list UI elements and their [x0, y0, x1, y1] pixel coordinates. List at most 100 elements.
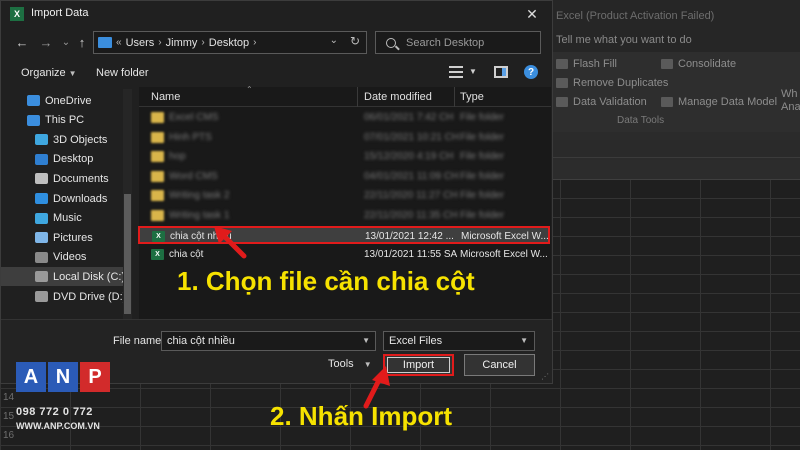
nav-scroll-thumb[interactable] — [124, 194, 131, 314]
breadcrumb-desktop[interactable]: Desktop — [209, 37, 249, 49]
chevron-down-icon[interactable]: ▼ — [362, 336, 370, 345]
folder-row[interactable]: Writing task 2 22/11/2020 11:27 CH File fo… — [139, 187, 551, 205]
preview-pane-icon[interactable] — [494, 66, 508, 78]
chevron-right-icon: › — [253, 37, 257, 48]
nav-item[interactable]: Downloads — [1, 189, 124, 208]
caret-down-icon: ▼ — [68, 69, 77, 78]
new-folder-button[interactable]: New folder — [96, 67, 149, 79]
column-header-name[interactable]: Name — [151, 91, 180, 103]
nav-item-label: 3D Objects — [53, 133, 108, 146]
nav-item[interactable]: Documents — [1, 169, 124, 188]
address-dropdown-icon[interactable]: ⌄ — [330, 35, 338, 46]
navigation-pane: OneDrive This PC 3D Objects Desktop Document… — [1, 87, 134, 319]
step2-annotation: 2. Nhấn Import — [270, 401, 453, 431]
resize-grip-icon[interactable]: ⋰ — [541, 372, 549, 381]
flash-fill-icon — [556, 59, 568, 69]
cancel-button[interactable]: Cancel — [464, 354, 535, 376]
file-type-value: Excel Files — [389, 335, 443, 347]
file-name-label: File name: — [113, 335, 165, 347]
file-type-cell: File folder — [460, 190, 504, 201]
folder-icon — [98, 37, 112, 48]
nav-item[interactable]: Local Disk (C:) — [1, 267, 124, 287]
formula-bar[interactable] — [552, 140, 800, 158]
dialog-titlebar[interactable]: X Import Data ✕ — [1, 1, 552, 27]
analysis-partial[interactable]: Ana — [781, 101, 800, 113]
date-modified-cell: 22/11/2020 11:35 CH — [364, 209, 458, 221]
address-bar[interactable]: « Users › Jimmy › Desktop › ⌄ ↻ — [93, 31, 367, 54]
file-name-input[interactable]: chia cột nhiều ▼ — [161, 331, 376, 351]
column-divider[interactable] — [357, 87, 358, 107]
back-button[interactable]: ← — [13, 33, 31, 51]
file-row[interactable]: Xchia cột 13/01/2021 11:55 SA Microsoft Ex… — [139, 246, 551, 264]
folder-row[interactable]: Word CMS 04/01/2021 11:09 CH File folder — [139, 168, 551, 186]
up-arrow-icon: ↑ — [78, 34, 86, 50]
arrow-to-file-annotation — [214, 226, 247, 259]
manage-data-model-button[interactable]: Manage Data Model — [661, 96, 777, 108]
nav-item-label: Pictures — [53, 231, 93, 244]
nav-item[interactable]: DVD Drive (D:) O — [1, 287, 124, 306]
organize-button[interactable]: Organize ▼ — [21, 67, 77, 79]
data-validation-button[interactable]: Data Validation — [556, 96, 647, 108]
folder-icon — [151, 209, 164, 221]
row-number: 16 — [3, 430, 15, 441]
view-list-icon[interactable] — [449, 66, 463, 78]
forward-button[interactable]: → — [37, 33, 55, 51]
import-data-dialog: X Import Data ✕ ← → ⌄ ↑ « Users › Jimmy … — [0, 0, 553, 384]
file-type-cell: File folder — [460, 151, 504, 162]
desktop-icon — [35, 153, 48, 165]
nav-item[interactable]: Pictures — [1, 228, 124, 247]
nav-item[interactable]: This PC — [1, 111, 124, 130]
chevron-left-icon: « — [116, 37, 122, 48]
file-row[interactable]: Xchia cột nhiều 13/01/2021 12:42 ... Micro… — [138, 226, 550, 244]
nav-item-label: DVD Drive (D:) O — [53, 290, 124, 303]
tell-me-search[interactable]: Tell me what you want to do — [556, 34, 692, 46]
file-type-cell: File folder — [460, 170, 504, 182]
nav-item[interactable]: Videos — [1, 248, 124, 267]
folder-icon — [151, 131, 164, 143]
file-type-select[interactable]: Excel Files ▼ — [383, 331, 535, 351]
file-name-value: chia cột nhiều — [167, 335, 235, 347]
nav-scrollbar[interactable] — [123, 89, 132, 319]
excel-file-icon: X — [152, 231, 165, 242]
search-input[interactable] — [406, 36, 536, 49]
sort-caret-icon: ⌃ — [246, 85, 253, 94]
flash-fill-button[interactable]: Flash Fill — [556, 58, 617, 70]
folder-row[interactable]: Hinh PTS 07/01/2021 10:21 CH File folder — [139, 129, 551, 147]
nav-item[interactable]: OneDrive — [1, 91, 124, 110]
folder-icon — [151, 151, 164, 162]
file-type-cell: File folder — [460, 131, 504, 143]
import-button[interactable]: Import — [383, 354, 454, 376]
help-icon[interactable]: ? — [524, 65, 538, 79]
nav-item[interactable]: Desktop — [1, 150, 124, 169]
refresh-icon[interactable]: ↻ — [350, 34, 360, 48]
chevron-right-icon: › — [158, 37, 162, 48]
folder-row[interactable]: Excel CMS 06/01/2021 7:42 CH File folder — [139, 109, 551, 127]
column-header-date[interactable]: Date modified — [364, 91, 432, 103]
nav-item[interactable]: 3D Objects — [1, 130, 124, 149]
folder-icon — [151, 170, 164, 182]
column-header-type[interactable]: Type — [460, 91, 484, 103]
folder-icon — [151, 112, 164, 123]
download-icon — [35, 193, 48, 204]
data-tools-label: Data Tools — [617, 115, 665, 126]
close-button[interactable]: ✕ — [512, 1, 552, 27]
breadcrumb-jimmy[interactable]: Jimmy — [166, 37, 198, 49]
remove-duplicates-button[interactable]: Remove Duplicates — [556, 77, 668, 89]
date-modified-cell: 13/01/2021 12:42 ... — [365, 231, 454, 242]
breadcrumb-users[interactable]: Users — [126, 37, 155, 49]
folder-row[interactable]: hop 15/12/2020 4:19 CH File folder — [139, 148, 551, 166]
date-modified-cell: 06/01/2021 7:42 CH — [364, 112, 454, 123]
file-type-cell: Microsoft Excel W... — [461, 231, 549, 242]
what-if-partial[interactable]: Wh — [781, 88, 798, 100]
date-modified-cell: 13/01/2021 11:55 SA — [364, 248, 458, 260]
search-box[interactable] — [375, 31, 541, 54]
navigation-row: ← → ⌄ ↑ « Users › Jimmy › Desktop › ⌄ ↻ — [1, 29, 552, 57]
folder-row[interactable]: Writing task 1 22/11/2020 11:35 CH File fo… — [139, 207, 551, 225]
column-divider[interactable] — [454, 87, 455, 107]
consolidate-button[interactable]: Consolidate — [661, 58, 736, 70]
dvd-icon — [35, 291, 48, 302]
nav-item[interactable]: Music — [1, 209, 124, 228]
view-options-caret-icon[interactable]: ▼ — [469, 67, 477, 76]
logo-letters: A N P — [16, 362, 112, 392]
up-button[interactable]: ↑ — [73, 33, 91, 51]
